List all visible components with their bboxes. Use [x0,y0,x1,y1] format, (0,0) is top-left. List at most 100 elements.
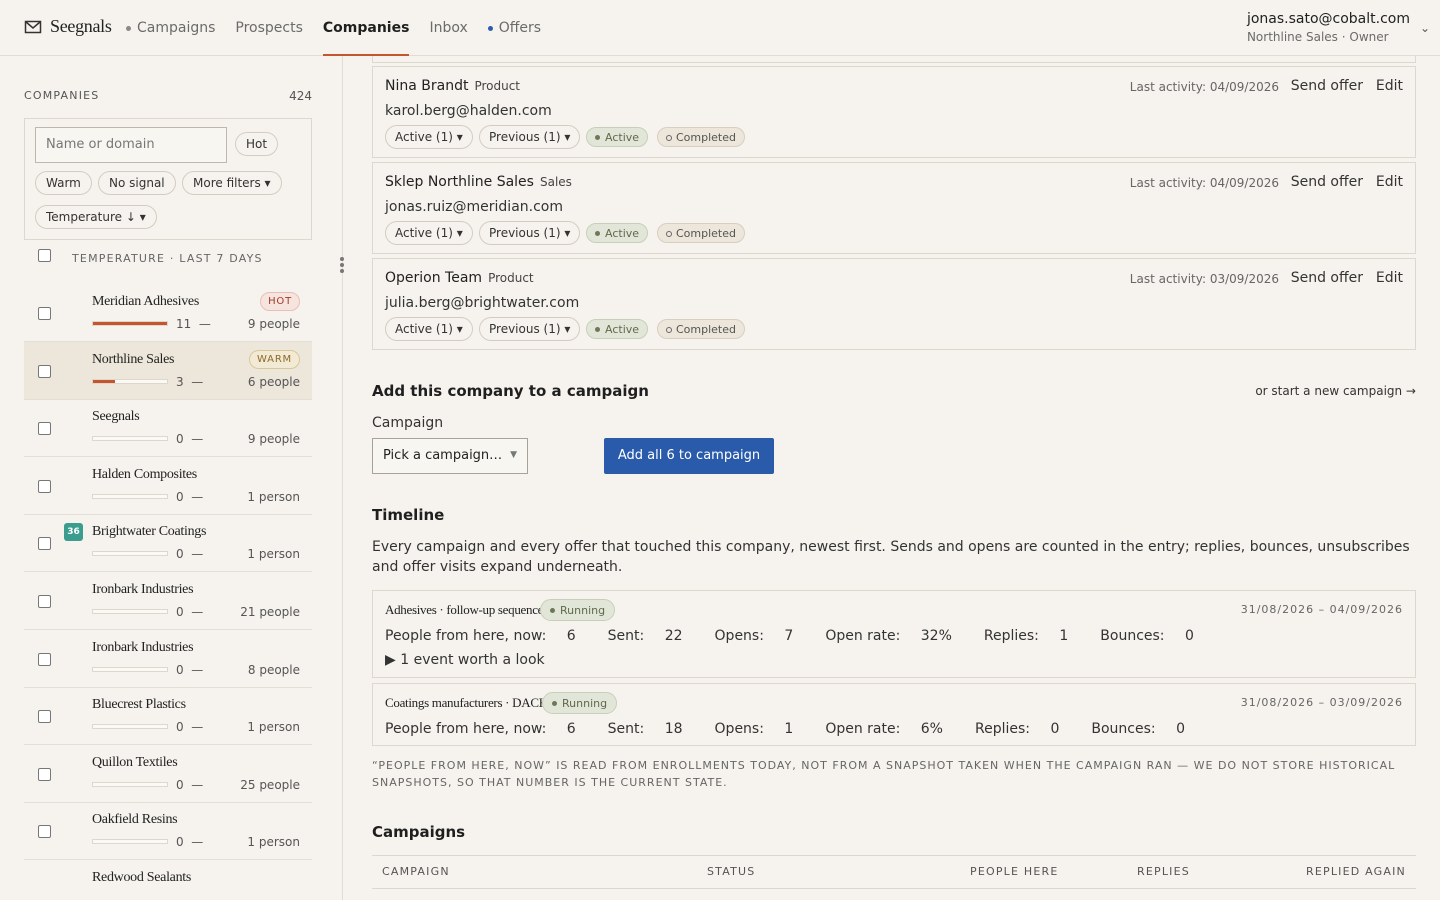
account-org: Northline Sales · Owner [1246,30,1389,44]
status-badge: Active [586,319,649,339]
people-count: 8 people [247,662,300,677]
timeline-entry-name: Coatings manufacturers · DACH [385,695,548,710]
filter-hot-chip[interactable]: Hot [235,132,279,156]
nav-label: Campaigns [137,20,216,36]
resize-handle-icon[interactable] [339,257,345,277]
filter-no-signal-chip[interactable]: No signal [98,171,176,195]
account-menu[interactable]: jonas.sato@cobalt.com Northline Sales · … [1246,11,1430,44]
row-checkbox[interactable] [38,595,51,608]
nav-inbox[interactable]: Inbox [429,0,467,56]
select-all-checkbox[interactable] [38,249,51,262]
add-all-to-campaign-button[interactable]: Add all 6 to campaign [604,438,774,474]
status-dot-icon [126,25,131,31]
sort-temperature-button[interactable]: Temperature ↓ ▾ [35,205,157,229]
campaign-label: Campaign [372,415,444,431]
expand-events-toggle[interactable]: ▶ 1 event worth a look [385,652,545,668]
row-checkbox[interactable] [38,307,51,320]
nav-prospects[interactable]: Prospects [235,0,302,56]
previous-campaigns-dropdown[interactable]: Previous (1) ▾ [479,317,581,341]
status-dot-icon [487,25,493,31]
temperature-bar [92,609,168,614]
people-count: 1 person [247,835,300,850]
company-row[interactable]: Ironbark Industries 0 — 8 people [24,630,312,688]
row-checkbox[interactable] [38,479,51,493]
previous-campaigns-dropdown[interactable]: Previous (1) ▾ [479,221,581,245]
timeline-stat: Open rate: 6% [825,721,943,737]
row-checkbox[interactable] [38,422,51,436]
status-badge: Completed [657,223,745,243]
company-row[interactable]: Oakfield Resins 0 — 1 person [24,802,312,861]
company-name: Northline Sales [92,351,175,367]
brand[interactable]: Seegnals [24,16,112,37]
nav-offers[interactable]: Offers [487,0,542,56]
filter-panel: Name or domain Hot Warm No signal More f… [24,118,312,240]
sidebar-title: COMPANIES [24,89,100,102]
edit-button[interactable]: Edit [1376,270,1403,286]
row-checkbox[interactable] [38,537,51,551]
timeline-stat: Replies: 0 [974,721,1060,737]
temperature-bar [92,551,168,557]
active-campaigns-dropdown[interactable]: Active (1) ▾ [385,125,473,149]
company-name: Meridian Adhesives [92,294,199,309]
company-name: Halden Composites [92,466,197,482]
main-nav: Campaigns Prospects Companies Inbox Offe… [126,0,541,56]
company-name: Ironbark Industries [92,582,194,597]
row-checkbox[interactable] [38,364,51,378]
person-name: Operion Team Product [385,270,534,286]
company-name: Seegnals [92,409,140,425]
row-checkbox[interactable] [38,710,51,724]
company-detail: Nina Brandt Product karol.berg@halden.com… [372,56,1416,900]
edit-button[interactable]: Edit [1376,78,1403,94]
person-role: Product [488,271,534,285]
company-row[interactable]: Northline Sales 3 — 6 people WARM [24,341,312,400]
temperature-score: 0 — [176,662,204,677]
search-input[interactable]: Name or domain [35,127,227,163]
company-name: Oakfield Resins [92,812,178,828]
nav-label: Offers [498,20,542,36]
person-email: karol.berg@halden.com [385,103,552,119]
new-campaign-link[interactable]: or start a new campaign → [1255,384,1416,398]
company-row[interactable]: 36 Brightwater Coatings 0 — 1 person [24,514,312,573]
row-checkbox[interactable] [38,767,51,781]
nav-campaigns[interactable]: Campaigns [126,0,215,56]
active-campaigns-dropdown[interactable]: Active (1) ▾ [385,221,473,245]
timeline-stat: Opens: 1 [714,721,794,737]
last-activity: Last activity: 03/09/2026 [1129,272,1279,286]
column-header: REPLIES [1137,865,1190,878]
row-checkbox[interactable] [38,652,51,666]
top-bar: Seegnals Campaigns Prospects Companies I… [0,0,1440,56]
column-header: CAMPAIGN [382,865,450,878]
people-count: 1 person [247,489,300,504]
company-row[interactable]: Quillon Textiles 0 — 25 people [24,745,312,803]
send-offer-button[interactable]: Send offer [1291,270,1363,286]
chevron-down-icon: ⌄ [1419,21,1430,35]
edit-button[interactable]: Edit [1376,174,1403,190]
company-row[interactable]: Redwood Sealants [24,860,312,882]
send-offer-button[interactable]: Send offer [1291,78,1363,94]
temperature-bar [92,781,168,787]
active-campaigns-dropdown[interactable]: Active (1) ▾ [385,317,473,341]
campaign-select[interactable]: Pick a campaign… ▼ [372,438,528,474]
temperature-bar [92,321,168,326]
person-role: Sales [539,175,572,189]
temperature-score: 0 — [176,835,204,850]
more-filters-button[interactable]: More filters ▾ [182,171,282,195]
row-checkbox[interactable] [38,825,51,839]
timeline-stat: Replies: 1 [983,628,1069,644]
company-row[interactable]: Halden Composites 0 — 1 person [24,457,312,515]
previous-campaigns-dropdown[interactable]: Previous (1) ▾ [479,125,581,149]
last-activity: Last activity: 04/09/2026 [1129,80,1279,94]
timeline-stat: Open rate: 32% [825,628,952,644]
nav-companies[interactable]: Companies [322,0,409,56]
company-row[interactable]: Bluecrest Plastics 0 — 1 person [24,687,312,746]
filter-warm-chip[interactable]: Warm [35,171,92,195]
nav-label: Prospects [235,20,303,36]
company-row[interactable]: Seegnals 0 — 9 people [24,399,312,458]
company-name: Bluecrest Plastics [92,697,186,713]
campaign-select-value: Pick a campaign… [383,448,503,463]
send-offer-button[interactable]: Send offer [1291,174,1363,190]
temperature-score: 0 — [176,432,204,447]
company-row[interactable]: Meridian Adhesives 11 — 9 people HOT [24,284,312,342]
timeline-stat: People from here, now: 6 [385,721,576,737]
company-row[interactable]: Ironbark Industries 0 — 21 people [24,572,312,630]
